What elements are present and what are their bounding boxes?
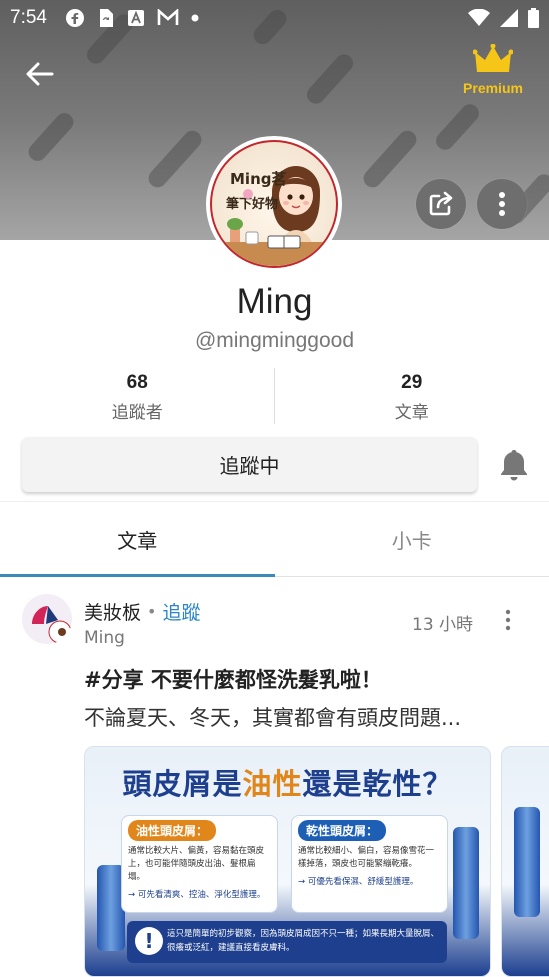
follow-board-link[interactable]: 追蹤 [162, 598, 200, 625]
board-avatar[interactable] [22, 594, 72, 644]
posts-label: 文章 [394, 403, 429, 423]
post-image[interactable]: 頭皮屑是油性還是乾性？ 油性頭皮屑： 通常比較大片、偏黃，容易黏在頭皮上，也可能… [84, 746, 491, 977]
profile-stats: 68 追蹤者 29 文章 [0, 368, 549, 424]
signal-icon [500, 9, 518, 27]
status-time: 7:54 [10, 7, 47, 28]
dry-card-tip: → 可優先看保濕、舒緩型護理。 [298, 877, 419, 887]
image-note-text: 這只是簡單的初步觀察，因為頭皮屑成因不只一種；如果長期大量脫屑、很癢或泛紅，建議… [167, 929, 440, 953]
wifi-icon [468, 9, 490, 26]
profile-handle: @mingminggood [194, 329, 355, 352]
status-bar: 7:54 [0, 0, 549, 36]
dot-icon [191, 14, 199, 22]
followers-label: 追蹤者 [111, 403, 163, 423]
post-more-button[interactable] [498, 608, 518, 632]
share-button[interactable] [416, 179, 466, 229]
mail-icon [157, 9, 179, 25]
battery-icon [528, 8, 539, 28]
image-bottle-decoration [453, 827, 479, 939]
banner-decoration [24, 109, 78, 165]
bell-icon [501, 450, 527, 481]
oily-dandruff-card: 油性頭皮屑： 通常比較大片、偏黃，容易黏在頭皮上，也可能伴隨頭皮出油、髮根扁塌。… [121, 815, 278, 913]
arrow-left-icon [26, 62, 54, 86]
more-vertical-icon [505, 609, 511, 631]
dry-card-heading: 乾性頭皮屑： [298, 820, 387, 841]
stats-divider [274, 368, 275, 424]
more-vertical-icon [499, 192, 505, 216]
premium-badge[interactable]: Premium [459, 43, 527, 96]
posts-stat[interactable]: 29 文章 [275, 368, 549, 424]
dry-card-body: 通常比較細小、偏白，容易像雪花一樣掉落，頭皮也可能緊繃乾癢。 [298, 846, 435, 869]
followers-stat[interactable]: 68 追蹤者 [0, 368, 275, 424]
tab-posts[interactable]: 文章 [0, 503, 275, 577]
back-button[interactable] [22, 56, 58, 92]
share-icon [429, 191, 453, 216]
notification-button[interactable] [498, 448, 530, 482]
following-button[interactable]: 追蹤中 [22, 437, 477, 492]
post-time: 13 小時 [412, 615, 474, 635]
avatar-text-ming: Ming茗 [230, 170, 287, 188]
image-title: 頭皮屑是油性還是乾性？ [122, 767, 453, 801]
more-options-button[interactable] [477, 179, 527, 229]
profile-avatar[interactable]: Ming茗 筆下好物 [206, 136, 342, 272]
crown-icon [472, 43, 514, 72]
avatar-text-tagline: 筆下好物 [226, 196, 278, 212]
facebook-icon [65, 9, 84, 27]
post-board-name[interactable]: 美妝板 [84, 598, 141, 625]
oily-card-body: 通常比較大片、偏黃，容易黏在頭皮上，也可能伴隨頭皮出油、髮根扁塌。 [128, 846, 265, 882]
banner-decoration [359, 126, 421, 192]
oily-card-heading: 油性頭皮屑： [128, 820, 217, 841]
dry-dandruff-card: 乾性頭皮屑： 通常比較細小、偏白，容易像雪花一樣掉落，頭皮也可能緊繃乾癢。 → … [291, 815, 448, 913]
posts-count: 29 [401, 372, 423, 393]
post-author[interactable]: Ming [84, 628, 125, 648]
premium-label: Premium [463, 80, 523, 96]
post-image-next[interactable] [501, 746, 549, 977]
post-separator: • [147, 602, 157, 621]
banner-decoration [303, 50, 357, 108]
post-excerpt: 不論夏天、冬天，其實都會有頭皮問題... [84, 706, 462, 730]
banner-decoration [144, 126, 206, 192]
banner-decoration [432, 100, 483, 154]
avatar-image: Ming茗 筆下好物 [210, 140, 338, 268]
profile-tabs: 文章 小卡 [0, 503, 549, 577]
tab-cards[interactable]: 小卡 [275, 503, 549, 576]
oily-card-tip: → 可先看清爽、控油、淨化型護理。 [128, 890, 266, 900]
exclamation-icon: ! [135, 927, 163, 955]
post-board-row: 美妝板 • 追蹤 [84, 598, 200, 625]
avatar-illustration: Ming茗 筆下好物 [212, 166, 336, 266]
followers-count: 68 [126, 372, 148, 393]
sync-icon [99, 9, 113, 27]
image-bottle-decoration [514, 807, 540, 917]
lipstick-icon [22, 594, 72, 644]
font-icon [127, 10, 144, 26]
profile-name: Ming [236, 282, 313, 321]
image-note: ! 這只是簡單的初步觀察，因為頭皮屑成因不只一種；如果長期大量脫屑、很癢或泛紅，… [127, 921, 447, 963]
post-title: #分享 不要什麼都怪洗髮乳啦！ [84, 668, 382, 692]
section-divider [0, 501, 549, 502]
